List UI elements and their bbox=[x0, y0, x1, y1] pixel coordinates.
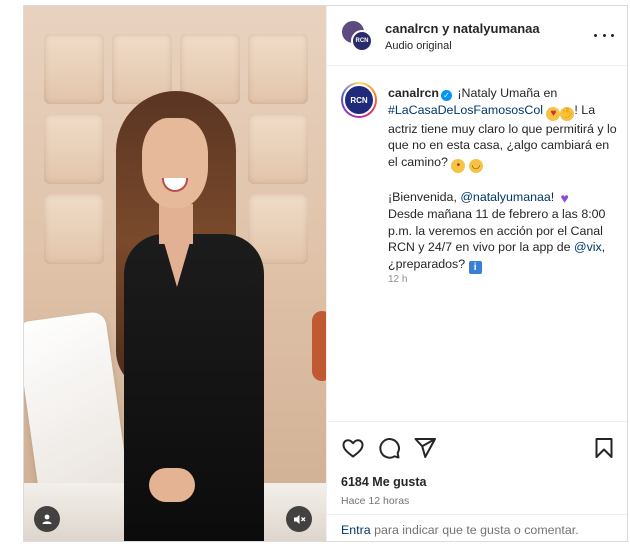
share-icon[interactable] bbox=[413, 436, 437, 460]
person-hand bbox=[149, 468, 195, 502]
headboard-panel bbox=[44, 194, 104, 264]
login-link[interactable]: Entra bbox=[341, 523, 371, 537]
headboard-panel bbox=[44, 114, 104, 184]
purple-heart-emoji: ♥ bbox=[560, 190, 569, 207]
clap-emoji: ✋ bbox=[560, 106, 575, 121]
mention-link[interactable]: @vix bbox=[574, 240, 602, 254]
decor-item bbox=[312, 311, 326, 381]
bookmark-icon[interactable] bbox=[592, 436, 616, 460]
caption-avatar[interactable]: RCN bbox=[341, 82, 377, 118]
mute-icon bbox=[293, 514, 305, 524]
post-sidebar: RCN canalrcn y natalyumanaa Audio origin… bbox=[326, 6, 627, 541]
caption-text: canalrcn ✓ ¡Nataly Umaña en #LaCasaDeLosF… bbox=[388, 86, 617, 274]
headboard-panel bbox=[248, 34, 308, 104]
avatar: RCN bbox=[351, 30, 373, 52]
hashtag-link[interactable]: #LaCasaDeLosFamososCol bbox=[388, 103, 543, 117]
more-options-button[interactable] bbox=[594, 28, 614, 42]
tagged-users-button[interactable] bbox=[34, 506, 60, 532]
audio-label[interactable]: Audio original bbox=[385, 40, 452, 52]
collab-avatars[interactable]: RCN bbox=[341, 20, 373, 52]
heart-eyes-emoji: ♥ bbox=[546, 106, 561, 121]
mention-link[interactable]: @natalyumanaa bbox=[460, 190, 550, 204]
headboard-panel bbox=[44, 34, 104, 104]
instagram-post: RCN canalrcn y natalyumanaa Audio origin… bbox=[23, 5, 628, 542]
person-body bbox=[124, 234, 264, 541]
post-header: RCN canalrcn y natalyumanaa Audio origin… bbox=[327, 6, 627, 66]
post-actions: 6184 Me gusta Hace 12 horas bbox=[327, 421, 627, 519]
comment-icon[interactable] bbox=[377, 436, 401, 460]
caption-username[interactable]: canalrcn bbox=[388, 86, 439, 100]
grin-emoji: ◡ bbox=[468, 158, 483, 173]
login-prompt: Entra para indicar que te gusta o coment… bbox=[327, 514, 627, 541]
post-caption: RCN canalrcn ✓ ¡Nataly Umaña en #LaCasaDe… bbox=[327, 66, 627, 421]
more-icon bbox=[594, 33, 597, 37]
post-authors[interactable]: canalrcn y natalyumanaa bbox=[385, 21, 540, 36]
thinking-emoji: • bbox=[451, 158, 466, 173]
like-count[interactable]: 6184 Me gusta bbox=[341, 475, 426, 489]
mute-button[interactable] bbox=[286, 506, 312, 532]
user-icon bbox=[42, 514, 52, 524]
heart-icon[interactable] bbox=[341, 436, 365, 460]
post-video[interactable] bbox=[24, 6, 326, 541]
caption-timestamp: 12 h bbox=[388, 274, 408, 285]
verified-icon: ✓ bbox=[440, 90, 452, 101]
info-icon: i bbox=[468, 260, 482, 274]
person-face bbox=[142, 118, 208, 208]
headboard-panel bbox=[248, 114, 308, 184]
person-neckline bbox=[161, 232, 193, 287]
post-age: Hace 12 horas bbox=[341, 495, 410, 507]
